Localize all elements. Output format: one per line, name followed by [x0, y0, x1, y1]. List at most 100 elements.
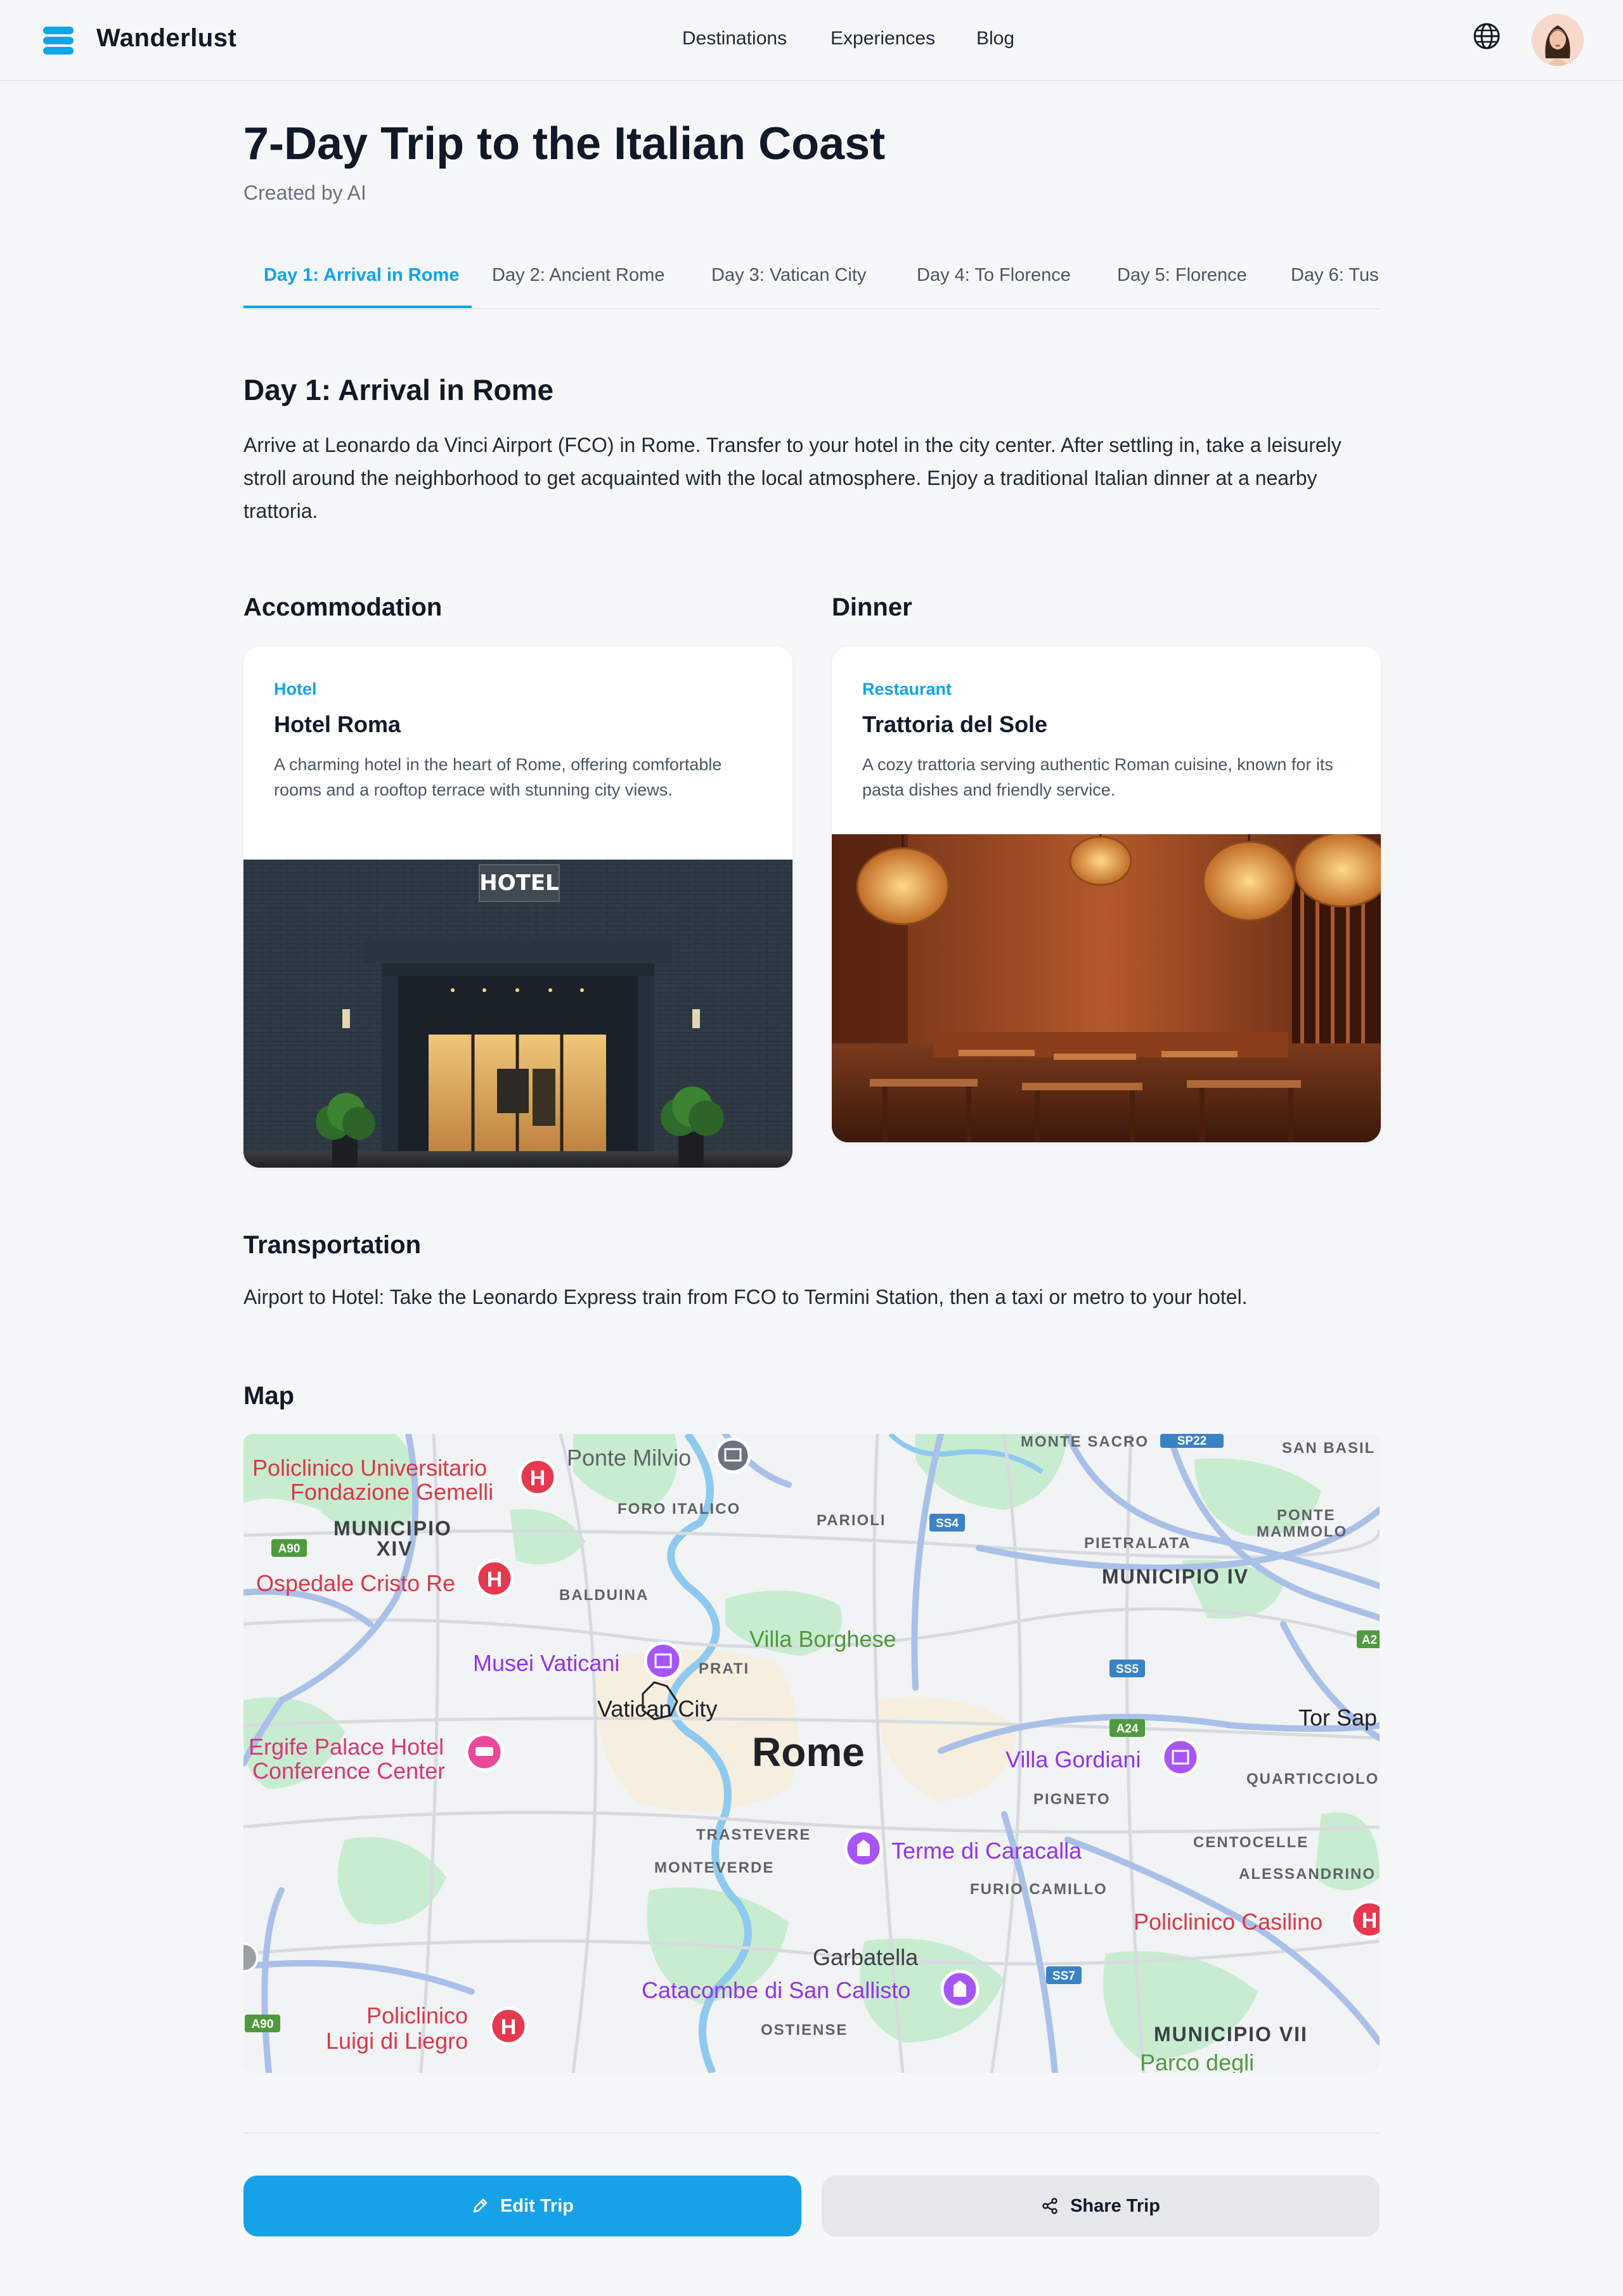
edit-trip-label: Edit Trip — [500, 2195, 574, 2216]
section-divider — [243, 2132, 1380, 2134]
dinner-card[interactable]: Restaurant Trattoria del Sole A cozy tra… — [832, 647, 1381, 1142]
svg-text:Musei Vaticani: Musei Vaticani — [473, 1650, 619, 1676]
share-trip-button[interactable]: Share Trip — [822, 2176, 1380, 2236]
top-navigation-bar: Wanderlust Destinations Experiences Blog — [0, 0, 1623, 81]
svg-text:Conference Center: Conference Center — [252, 1758, 445, 1784]
svg-text:CENTOCELLE: CENTOCELLE — [1193, 1834, 1309, 1851]
nav-link-destinations[interactable]: Destinations — [682, 28, 787, 49]
transportation-text: Airport to Hotel: Take the Leonardo Expr… — [243, 1286, 1248, 1308]
svg-text:Ponte Milvio: Ponte Milvio — [567, 1445, 691, 1471]
svg-text:BALDUINA: BALDUINA — [559, 1587, 649, 1604]
brand-name[interactable]: Wanderlust — [96, 24, 236, 53]
dinner-type: Restaurant — [862, 680, 952, 699]
svg-text:Villa Gordiani: Villa Gordiani — [1005, 1746, 1141, 1772]
svg-text:Policlinico Casilino: Policlinico Casilino — [1134, 1909, 1322, 1935]
transportation-heading: Transportation — [243, 1231, 422, 1259]
svg-text:QUARTICCIOLO: QUARTICCIOLO — [1246, 1770, 1379, 1788]
wanderlust-logo-icon[interactable] — [42, 24, 75, 57]
landmark-marker-icon — [715, 1437, 751, 1474]
svg-text:PONTE: PONTE — [1277, 1507, 1336, 1524]
svg-text:MUNICIPIO IV: MUNICIPIO IV — [1102, 1565, 1249, 1588]
rome-map[interactable]: SP22 SS4 A90 SS5 A24 A2 SS7 A90 FORO ITA… — [243, 1434, 1380, 2073]
svg-text:A2: A2 — [1362, 1634, 1377, 1647]
restaurant-photo — [832, 834, 1381, 1142]
dinner-description: A cozy trattoria serving authentic Roman… — [862, 755, 1333, 799]
svg-text:Terme di Caracalla: Terme di Caracalla — [891, 1838, 1082, 1864]
svg-text:TRASTEVERE: TRASTEVERE — [696, 1826, 811, 1843]
tab-day-1[interactable]: Day 1: Arrival in Rome — [264, 265, 459, 286]
accommodation-description: A charming hotel in the heart of Rome, o… — [274, 755, 722, 799]
accommodation-card[interactable]: Hotel Hotel Roma A charming hotel in the… — [243, 647, 792, 1168]
tab-day-6[interactable]: Day 6: Tus — [1291, 265, 1379, 286]
hospital-marker-icon: H — [1350, 1900, 1380, 1939]
svg-text:Ergife Palace Hotel: Ergife Palace Hotel — [249, 1734, 444, 1760]
svg-text:SP22: SP22 — [1177, 1435, 1206, 1448]
hospital-marker-icon: H — [475, 1559, 514, 1598]
share-icon — [1042, 2198, 1057, 2214]
svg-text:OSTIENSE: OSTIENSE — [761, 2022, 848, 2039]
hotel-photo: HOTEL — [243, 860, 792, 1168]
day-description: Arrive at Leonardo da Vinci Airport (FCO… — [243, 434, 1342, 522]
svg-text:Villa Borghese: Villa Borghese — [749, 1626, 896, 1652]
svg-text:MONTEVERDE: MONTEVERDE — [654, 1859, 774, 1876]
svg-text:Luigi di Liegro: Luigi di Liegro — [326, 2028, 468, 2054]
tab-day-3[interactable]: Day 3: Vatican City — [711, 265, 866, 286]
svg-text:FURIO CAMILLO: FURIO CAMILLO — [970, 1881, 1108, 1898]
dinner-name: Trattoria del Sole — [862, 711, 1048, 737]
map-heading: Map — [243, 1382, 294, 1410]
page-subtitle: Created by AI — [243, 181, 366, 204]
svg-text:PIETRALATA: PIETRALATA — [1084, 1535, 1191, 1552]
dinner-heading: Dinner — [832, 593, 912, 621]
accommodation-name: Hotel Roma — [274, 711, 401, 737]
svg-text:Parco degli: Parco degli — [1140, 2049, 1254, 2073]
museum-marker-icon — [643, 1641, 683, 1680]
nav-link-blog[interactable]: Blog — [976, 28, 1014, 49]
svg-text:H: H — [1362, 1909, 1378, 1933]
svg-text:PRATI: PRATI — [699, 1660, 749, 1677]
tab-day-5[interactable]: Day 5: Florence — [1117, 265, 1247, 286]
hotel-marker-icon — [465, 1732, 504, 1772]
hotel-sign-text: HOTEL — [479, 870, 559, 896]
pencil-icon — [473, 2198, 488, 2213]
edit-trip-button[interactable]: Edit Trip — [243, 2176, 801, 2236]
svg-text:Ospedale Cristo Re: Ospedale Cristo Re — [256, 1570, 455, 1596]
active-tab-indicator — [243, 306, 472, 308]
hospital-marker-icon: H — [518, 1457, 557, 1497]
accommodation-heading: Accommodation — [243, 593, 443, 621]
day-tabs: Day 1: Arrival in Rome Day 2: Ancient Ro… — [243, 254, 1380, 309]
nav-link-experiences[interactable]: Experiences — [831, 28, 935, 49]
svg-text:FORO ITALICO: FORO ITALICO — [618, 1500, 740, 1518]
svg-text:PARIOLI: PARIOLI — [817, 1512, 886, 1529]
page-title: 7-Day Trip to the Italian Coast — [243, 119, 886, 169]
svg-text:Tor Sap: Tor Sap — [1298, 1705, 1377, 1731]
svg-text:A24: A24 — [1116, 1722, 1139, 1736]
svg-text:MONTE SACRO: MONTE SACRO — [1021, 1434, 1149, 1450]
svg-text:SS4: SS4 — [936, 1517, 959, 1530]
svg-text:Catacombe di San Callisto: Catacombe di San Callisto — [642, 1977, 910, 2003]
tab-day-4[interactable]: Day 4: To Florence — [917, 265, 1071, 286]
svg-text:Fondazione Gemelli: Fondazione Gemelli — [290, 1479, 493, 1505]
svg-text:MUNICIPIO: MUNICIPIO — [333, 1517, 452, 1540]
svg-text:Garbatella: Garbatella — [813, 1944, 919, 1970]
svg-text:Policlinico Universitario: Policlinico Universitario — [252, 1455, 487, 1481]
svg-text:MAMMOLO: MAMMOLO — [1257, 1523, 1347, 1540]
svg-text:SS5: SS5 — [1116, 1663, 1139, 1676]
accommodation-type: Hotel — [274, 680, 317, 699]
svg-text:ALESSANDRINO: ALESSANDRINO — [1239, 1866, 1376, 1883]
tab-day-2[interactable]: Day 2: Ancient Rome — [492, 265, 664, 286]
svg-text:SS7: SS7 — [1052, 1970, 1075, 1983]
svg-text:MUNICIPIO VII: MUNICIPIO VII — [1154, 2023, 1308, 2046]
svg-text:Policlinico: Policlinico — [366, 2003, 468, 2028]
hospital-marker-icon: H — [489, 2006, 528, 2046]
attraction-marker-icon — [844, 1829, 883, 1868]
svg-text:H: H — [487, 1568, 503, 1592]
svg-text:XIV: XIV — [377, 1537, 413, 1560]
museum-marker-icon — [1161, 1738, 1200, 1777]
svg-text:SAN BASIL: SAN BASIL — [1282, 1440, 1375, 1457]
svg-text:A90: A90 — [252, 2018, 274, 2031]
globe-icon[interactable] — [1472, 22, 1501, 51]
svg-text:PIGNETO: PIGNETO — [1033, 1791, 1111, 1808]
day-title: Day 1: Arrival in Rome — [243, 373, 554, 406]
user-avatar[interactable] — [1532, 14, 1584, 66]
svg-text:H: H — [501, 2015, 517, 2039]
